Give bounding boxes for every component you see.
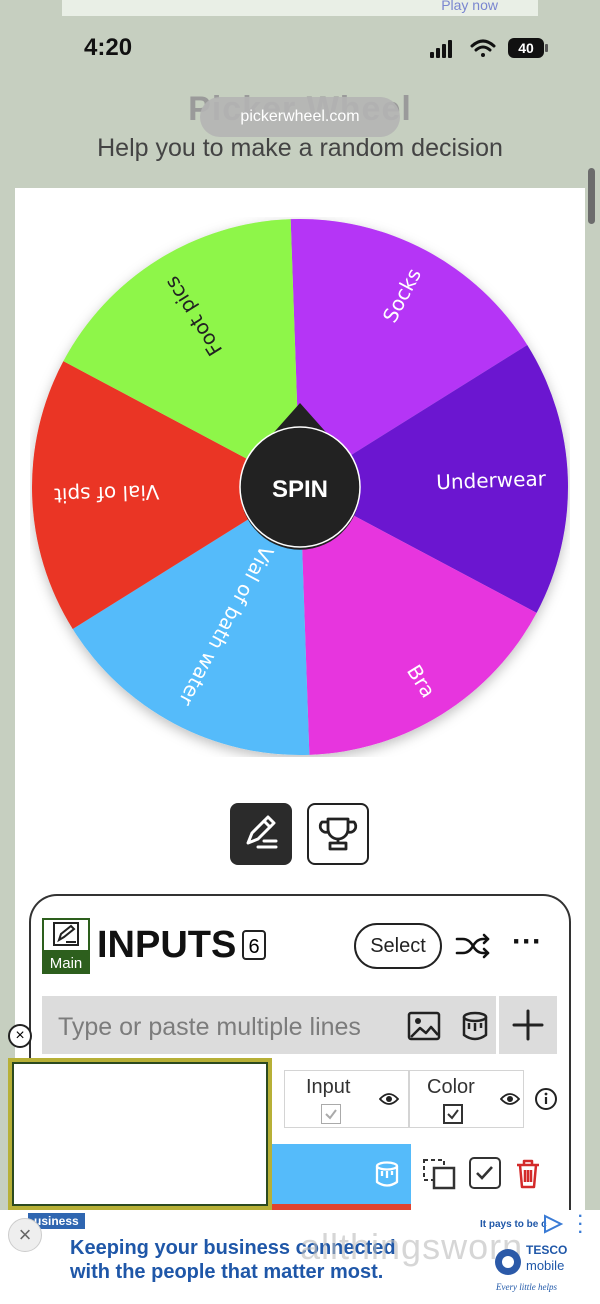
video-player[interactable]	[12, 1062, 268, 1206]
inputs-count-badge: 6	[242, 930, 266, 960]
shuffle-icon[interactable]	[455, 931, 491, 961]
video-close-button[interactable]: ×	[8, 1024, 32, 1048]
wheel-segment-label: Underwear	[436, 466, 547, 494]
paint-bucket-icon[interactable]	[374, 1159, 400, 1189]
entry-input-placeholder[interactable]: Type or paste multiple lines	[58, 1013, 361, 1042]
input-column-checkbox[interactable]	[321, 1104, 341, 1124]
site-subtitle: Help you to make a random decision	[97, 134, 503, 162]
main-badge-label: Main	[50, 955, 83, 972]
info-icon[interactable]	[534, 1087, 558, 1111]
tesco-mobile-logo[interactable]: TESCO mobile Every little helps	[490, 1238, 574, 1298]
add-entry-button[interactable]	[499, 996, 557, 1054]
trophy-icon	[318, 817, 358, 851]
battery-tip	[545, 44, 548, 52]
ad-brand-slogan: Every little helps	[495, 1282, 557, 1292]
edit-mode-button[interactable]	[230, 803, 292, 865]
top-ad-banner[interactable]: Play now	[62, 0, 538, 16]
trash-icon[interactable]	[514, 1158, 542, 1190]
picker-wheel[interactable]: SocksUnderwearBraVial of bath waterVial …	[30, 217, 570, 757]
color-column-checkbox[interactable]	[443, 1104, 463, 1124]
input-column-label: Input	[306, 1076, 351, 1098]
entry-checkbox[interactable]	[469, 1157, 501, 1189]
status-time: 4:20	[84, 34, 133, 61]
ad-tagline[interactable]: It pays to be c	[480, 1219, 547, 1230]
wifi-icon	[470, 39, 496, 57]
ad-brand: TESCO	[526, 1243, 567, 1257]
wheel-segment-label: Vial of spit	[54, 480, 160, 508]
ad-close-button[interactable]: ×	[8, 1218, 42, 1252]
page-scrollbar[interactable]	[588, 168, 595, 224]
paint-bucket-icon[interactable]	[460, 1009, 490, 1043]
ad-menu-icon[interactable]: · · ·	[578, 1209, 583, 1241]
plus-icon	[512, 1009, 544, 1041]
edit-icon	[246, 815, 278, 849]
ad-choices-icon[interactable]	[542, 1214, 564, 1234]
results-button[interactable]	[307, 803, 369, 865]
inputs-title: INPUTS	[97, 924, 237, 966]
eye-icon[interactable]	[379, 1092, 399, 1106]
cellular-signal-icon	[430, 40, 452, 58]
battery-icon: 40	[508, 38, 544, 58]
url-pill[interactable]: pickerwheel.com	[200, 97, 400, 137]
top-ad-text[interactable]: Play now	[441, 0, 498, 13]
spin-label[interactable]: SPIN	[272, 476, 328, 503]
ad-brand-sub: mobile	[526, 1258, 564, 1273]
select-button[interactable]: Select	[354, 923, 442, 969]
duplicate-icon[interactable]	[422, 1158, 458, 1190]
image-icon[interactable]	[407, 1011, 441, 1041]
more-options-icon[interactable]: ···	[512, 927, 548, 960]
eye-icon[interactable]	[500, 1092, 520, 1106]
main-wheel-badge[interactable]: Main	[42, 918, 90, 974]
color-column-label: Color	[427, 1076, 475, 1098]
